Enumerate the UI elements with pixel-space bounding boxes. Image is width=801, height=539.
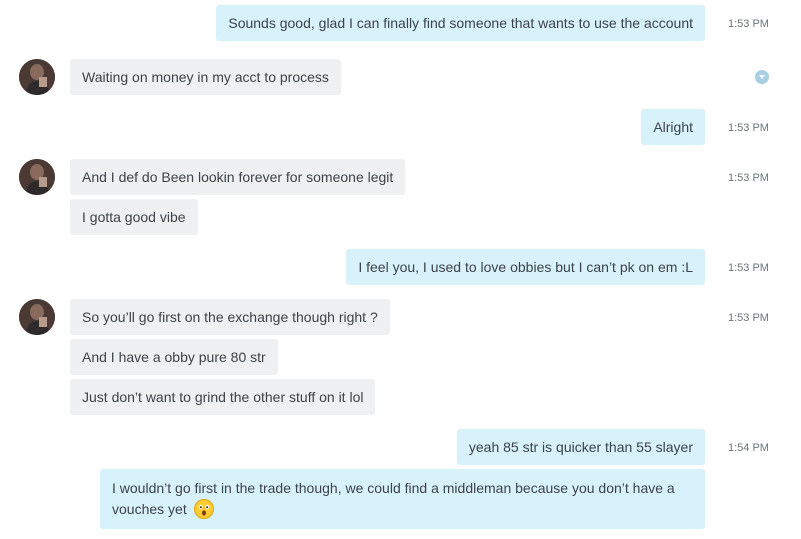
message-incoming: So you’ll go first on the exchange thoug… xyxy=(70,299,390,335)
message-time: 1:53 PM xyxy=(728,18,769,30)
message-outgoing: Alright xyxy=(641,109,705,145)
message-incoming: Just don’t want to grind the other stuff… xyxy=(70,379,376,415)
message-text: Waiting on money in my acct to process xyxy=(82,69,329,85)
message-text: And I have a obby pure 80 str xyxy=(82,349,266,365)
message-text: I gotta good vibe xyxy=(82,209,186,225)
message-incoming: And I have a obby pure 80 str xyxy=(70,339,278,375)
contact-avatar[interactable] xyxy=(19,299,55,335)
message-outgoing: yeah 85 str is quicker than 55 slayer xyxy=(456,429,705,465)
contact-avatar[interactable] xyxy=(19,159,55,195)
chat-thread: Sounds good, glad I can finally find som… xyxy=(0,0,801,539)
message-text: I feel you, I used to love obbies but I … xyxy=(358,259,693,275)
message-incoming: I gotta good vibe xyxy=(70,199,198,235)
message-time: 1:54 PM xyxy=(728,442,769,454)
message-outgoing: Sounds good, glad I can finally find som… xyxy=(216,5,705,41)
message-text: And I def do Been lookin forever for som… xyxy=(82,169,394,185)
message-time: 1:53 PM xyxy=(728,262,769,274)
delivery-status-chevron-icon[interactable] xyxy=(755,70,769,84)
message-time: 1:53 PM xyxy=(728,312,769,324)
contact-avatar[interactable] xyxy=(19,59,55,95)
astonished-face-icon xyxy=(193,499,214,525)
message-text: Just don’t want to grind the other stuff… xyxy=(82,389,364,405)
message-text: So you’ll go first on the exchange thoug… xyxy=(82,309,378,325)
message-time: 1:53 PM xyxy=(728,122,769,134)
message-incoming: And I def do Been lookin forever for som… xyxy=(70,159,406,195)
message-text: Alright xyxy=(653,119,693,135)
message-text: yeah 85 str is quicker than 55 slayer xyxy=(468,439,693,455)
message-outgoing: I wouldn’t go first in the trade though,… xyxy=(100,469,705,529)
message-outgoing: I feel you, I used to love obbies but I … xyxy=(346,249,705,285)
message-incoming: Waiting on money in my acct to process xyxy=(70,59,341,95)
message-time: 1:53 PM xyxy=(728,172,769,184)
message-text: Sounds good, glad I can finally find som… xyxy=(228,15,693,31)
